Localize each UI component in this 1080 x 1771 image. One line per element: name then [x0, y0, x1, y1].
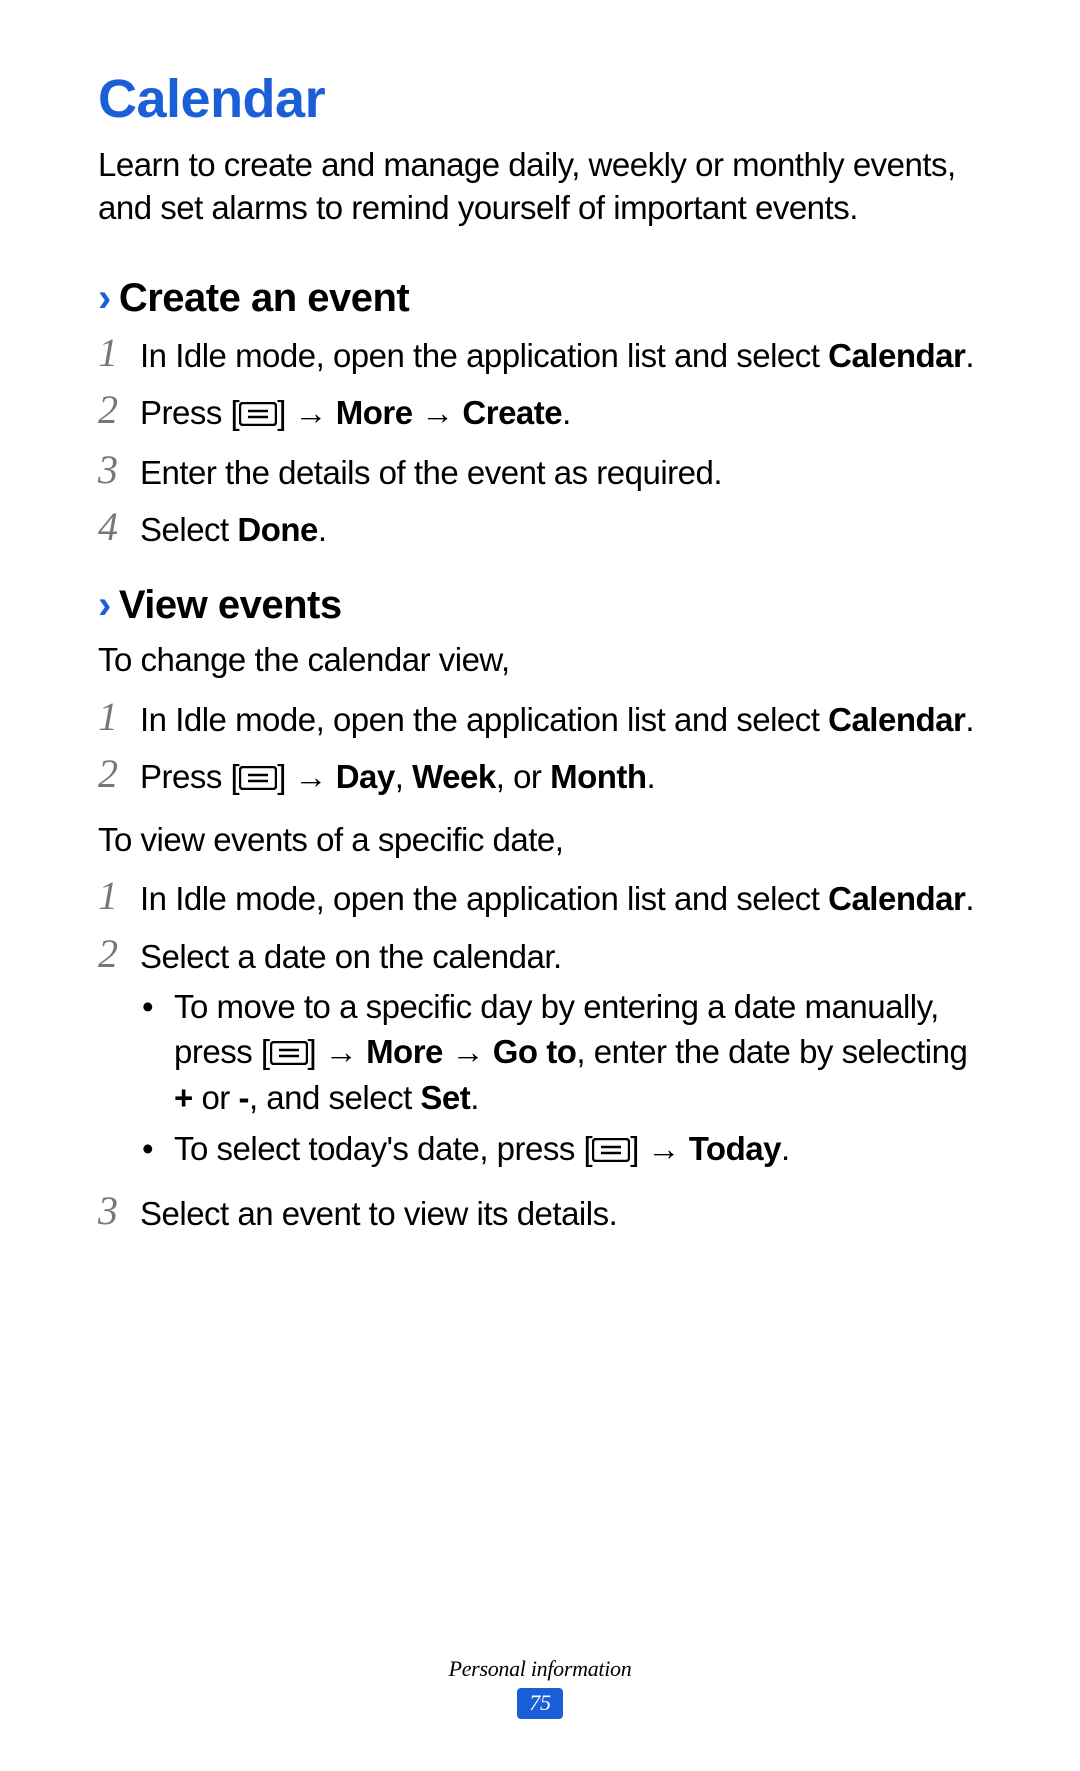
step-row: 1 In Idle mode, open the application lis… [98, 695, 982, 743]
menu-key-icon [239, 757, 277, 802]
step-number: 1 [98, 874, 140, 916]
chevron-icon: › [98, 276, 111, 321]
step-text: Press [] → Day, Week, or Month. [140, 752, 982, 802]
step-row: 3 Enter the details of the event as requ… [98, 448, 982, 496]
step-number: 2 [98, 932, 140, 974]
step-row: 1 In Idle mode, open the application lis… [98, 874, 982, 922]
bullet-item: • To move to a specific day by entering … [140, 985, 982, 1121]
step-text: Select a date on the calendar. • To move… [140, 932, 982, 1180]
step-row: 3 Select an event to view its details. [98, 1189, 982, 1237]
subhead-view-label: View events [119, 583, 342, 628]
step-number: 3 [98, 448, 140, 490]
view-steps-a: 1 In Idle mode, open the application lis… [98, 695, 982, 802]
step-row: 2 Press [] → More → Create. [98, 388, 982, 438]
step-text: Press [] → More → Create. [140, 388, 982, 438]
step-text: In Idle mode, open the application list … [140, 331, 982, 379]
bullet-dot-icon: • [140, 985, 174, 1030]
step-row: 1 In Idle mode, open the application lis… [98, 331, 982, 379]
chevron-icon: › [98, 583, 111, 628]
step-row: 4 Select Done. [98, 505, 982, 553]
view-steps-b: 1 In Idle mode, open the application lis… [98, 874, 982, 1237]
step-number: 1 [98, 695, 140, 737]
step-number: 2 [98, 752, 140, 794]
page-number-badge: 75 [517, 1688, 562, 1719]
step-text: In Idle mode, open the application list … [140, 874, 982, 922]
bullet-dot-icon: • [140, 1127, 174, 1172]
step-row: 2 Press [] → Day, Week, or Month. [98, 752, 982, 802]
subhead-create-event: › Create an event [98, 276, 982, 321]
footer-section-label: Personal information [0, 1656, 1080, 1682]
step-number: 1 [98, 331, 140, 373]
menu-key-icon [270, 1032, 308, 1077]
step-text: Enter the details of the event as requir… [140, 448, 982, 496]
menu-key-icon [239, 393, 277, 438]
intro-text: Learn to create and manage daily, weekly… [98, 144, 982, 230]
subhead-view-events: › View events [98, 583, 982, 628]
create-steps: 1 In Idle mode, open the application lis… [98, 331, 982, 553]
step-text: Select Done. [140, 505, 982, 553]
step-row: 2 Select a date on the calendar. • To mo… [98, 932, 982, 1180]
step-number: 3 [98, 1189, 140, 1231]
menu-key-icon [592, 1129, 630, 1174]
lead-text: To change the calendar view, [98, 638, 982, 683]
page-title: Calendar [98, 68, 982, 130]
page-footer: Personal information 75 [0, 1656, 1080, 1719]
bullet-item: • To select today's date, press [] → Tod… [140, 1127, 982, 1174]
bullet-text: To move to a specific day by entering a … [174, 985, 982, 1121]
bullet-list: • To move to a specific day by entering … [140, 985, 982, 1173]
step-number: 2 [98, 388, 140, 430]
subhead-create-label: Create an event [119, 276, 409, 321]
lead-text: To view events of a specific date, [98, 818, 982, 863]
bullet-text: To select today's date, press [] → Today… [174, 1127, 982, 1174]
step-text: Select an event to view its details. [140, 1189, 982, 1237]
step-number: 4 [98, 505, 140, 547]
step-text: In Idle mode, open the application list … [140, 695, 982, 743]
